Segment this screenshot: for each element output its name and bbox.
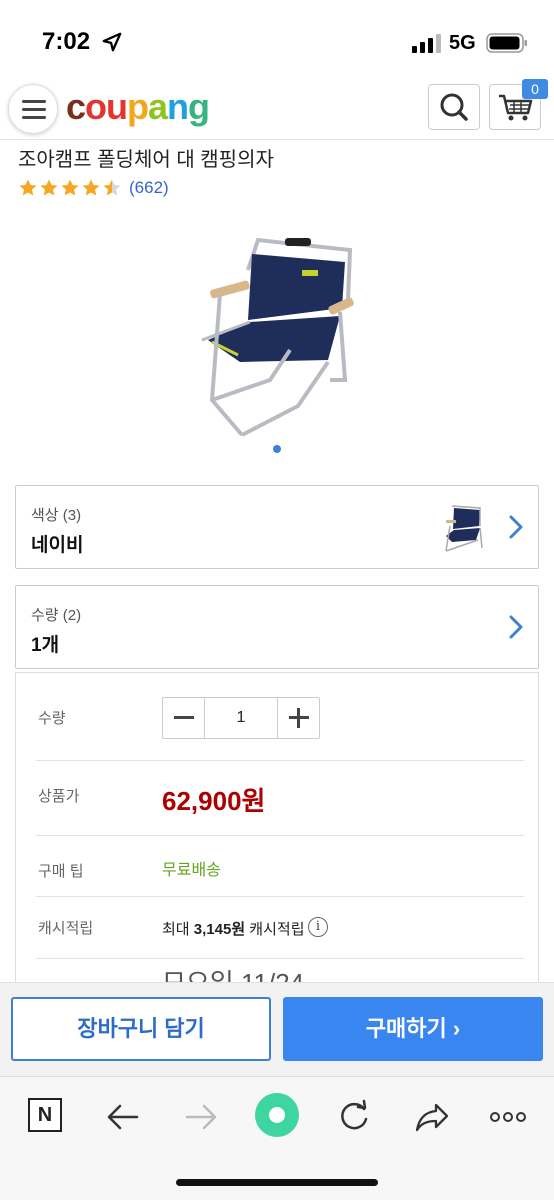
logo-letter: c bbox=[66, 86, 86, 127]
price-row: 상품가 62,900원 bbox=[36, 761, 524, 836]
cash-row: 캐시적립 최대 3,145원 캐시적립 i bbox=[36, 897, 524, 959]
color-option-selector[interactable]: 색상 (3) 네이비 bbox=[15, 485, 539, 569]
increase-button[interactable] bbox=[277, 698, 319, 738]
coupang-logo[interactable]: coupang bbox=[66, 86, 210, 128]
quantity-value[interactable]: 1 bbox=[205, 698, 277, 738]
product-price: 62,900원 bbox=[162, 786, 266, 816]
quantity-option-selector[interactable]: 수량 (2) 1개 bbox=[15, 585, 539, 669]
product-rating[interactable]: (662) bbox=[18, 177, 169, 199]
battery-icon bbox=[486, 33, 527, 53]
buy-now-button[interactable]: 구매하기 › bbox=[283, 997, 543, 1061]
home-indicator bbox=[176, 1179, 378, 1186]
quantity-option-label: 수량 (2) bbox=[31, 607, 82, 624]
rating-stars bbox=[18, 178, 123, 198]
menu-button[interactable] bbox=[8, 84, 58, 134]
star-icon bbox=[82, 179, 100, 196]
carousel-dot-active[interactable] bbox=[273, 445, 281, 453]
more-options-icon[interactable] bbox=[488, 1097, 528, 1137]
status-bar: 7:02 5G bbox=[0, 0, 554, 76]
logo-letter: n bbox=[167, 86, 189, 127]
hamburger-icon-line bbox=[22, 116, 46, 119]
naver-home-icon[interactable]: N bbox=[28, 1098, 62, 1132]
back-arrow-icon[interactable] bbox=[103, 1097, 143, 1137]
chevron-right-icon bbox=[509, 615, 523, 639]
star-icon bbox=[40, 179, 58, 196]
cash-suffix: 캐시적립 bbox=[245, 921, 305, 938]
green-dot-icon[interactable] bbox=[254, 1092, 300, 1138]
price-label: 상품가 bbox=[38, 788, 80, 805]
minus-icon bbox=[174, 716, 194, 719]
hamburger-icon bbox=[22, 100, 46, 103]
color-option-thumbnail bbox=[445, 505, 483, 552]
star-icon bbox=[103, 179, 121, 196]
cash-label: 캐시적립 bbox=[38, 920, 94, 937]
logo-letter: p bbox=[127, 86, 149, 127]
share-icon[interactable] bbox=[412, 1097, 452, 1137]
star-icon bbox=[61, 179, 79, 196]
free-shipping-text: 무료배송 bbox=[162, 862, 221, 879]
app-header: coupang bbox=[0, 76, 554, 140]
decrease-button[interactable] bbox=[163, 698, 205, 738]
cash-amount: 3,145원 bbox=[193, 921, 246, 938]
info-icon[interactable]: i bbox=[308, 917, 328, 937]
refresh-icon[interactable] bbox=[334, 1097, 374, 1137]
order-details: 수량 1 상품가 62,900원 구매 팁 무료배송 캐시적립 최대 3,145… bbox=[15, 672, 539, 992]
logo-letter: g bbox=[188, 86, 210, 127]
review-count[interactable]: (662) bbox=[129, 178, 169, 198]
add-to-cart-button[interactable]: 장바구니 담기 bbox=[11, 997, 271, 1061]
cash-prefix: 최대 bbox=[162, 921, 194, 938]
product-title: 조아캠프 폴딩체어 대 캠핑의자 bbox=[18, 149, 274, 171]
location-arrow-icon bbox=[102, 32, 122, 52]
quantity-option-value: 1개 bbox=[31, 635, 60, 656]
cash-reward-text: 최대 3,145원 캐시적립 bbox=[162, 918, 305, 939]
tip-label: 구매 팁 bbox=[38, 863, 84, 880]
color-option-label: 색상 (3) bbox=[31, 507, 82, 524]
browser-toolbar: N bbox=[0, 1076, 554, 1200]
network-type: 5G bbox=[449, 32, 476, 54]
status-time: 7:02 bbox=[42, 28, 91, 55]
tip-row: 구매 팁 무료배송 bbox=[36, 836, 524, 897]
color-option-value: 네이비 bbox=[31, 535, 84, 556]
forward-arrow-icon[interactable] bbox=[181, 1097, 221, 1137]
plus-icon-vertical bbox=[297, 708, 300, 728]
purchase-bar: 장바구니 담기 구매하기 › bbox=[0, 982, 554, 1076]
search-button[interactable] bbox=[428, 84, 480, 130]
search-icon bbox=[440, 93, 468, 121]
cart-count-badge: 0 bbox=[522, 79, 548, 99]
quantity-row: 수량 1 bbox=[36, 673, 524, 761]
logo-letter: a bbox=[148, 86, 168, 127]
hamburger-icon-line bbox=[22, 108, 46, 111]
signal-icon bbox=[412, 34, 441, 53]
star-icon bbox=[19, 179, 37, 196]
quantity-label: 수량 bbox=[38, 710, 66, 727]
logo-letter: ou bbox=[85, 86, 128, 127]
quantity-stepper[interactable]: 1 bbox=[162, 697, 320, 739]
product-image[interactable] bbox=[190, 230, 360, 440]
chevron-right-icon bbox=[509, 515, 523, 539]
